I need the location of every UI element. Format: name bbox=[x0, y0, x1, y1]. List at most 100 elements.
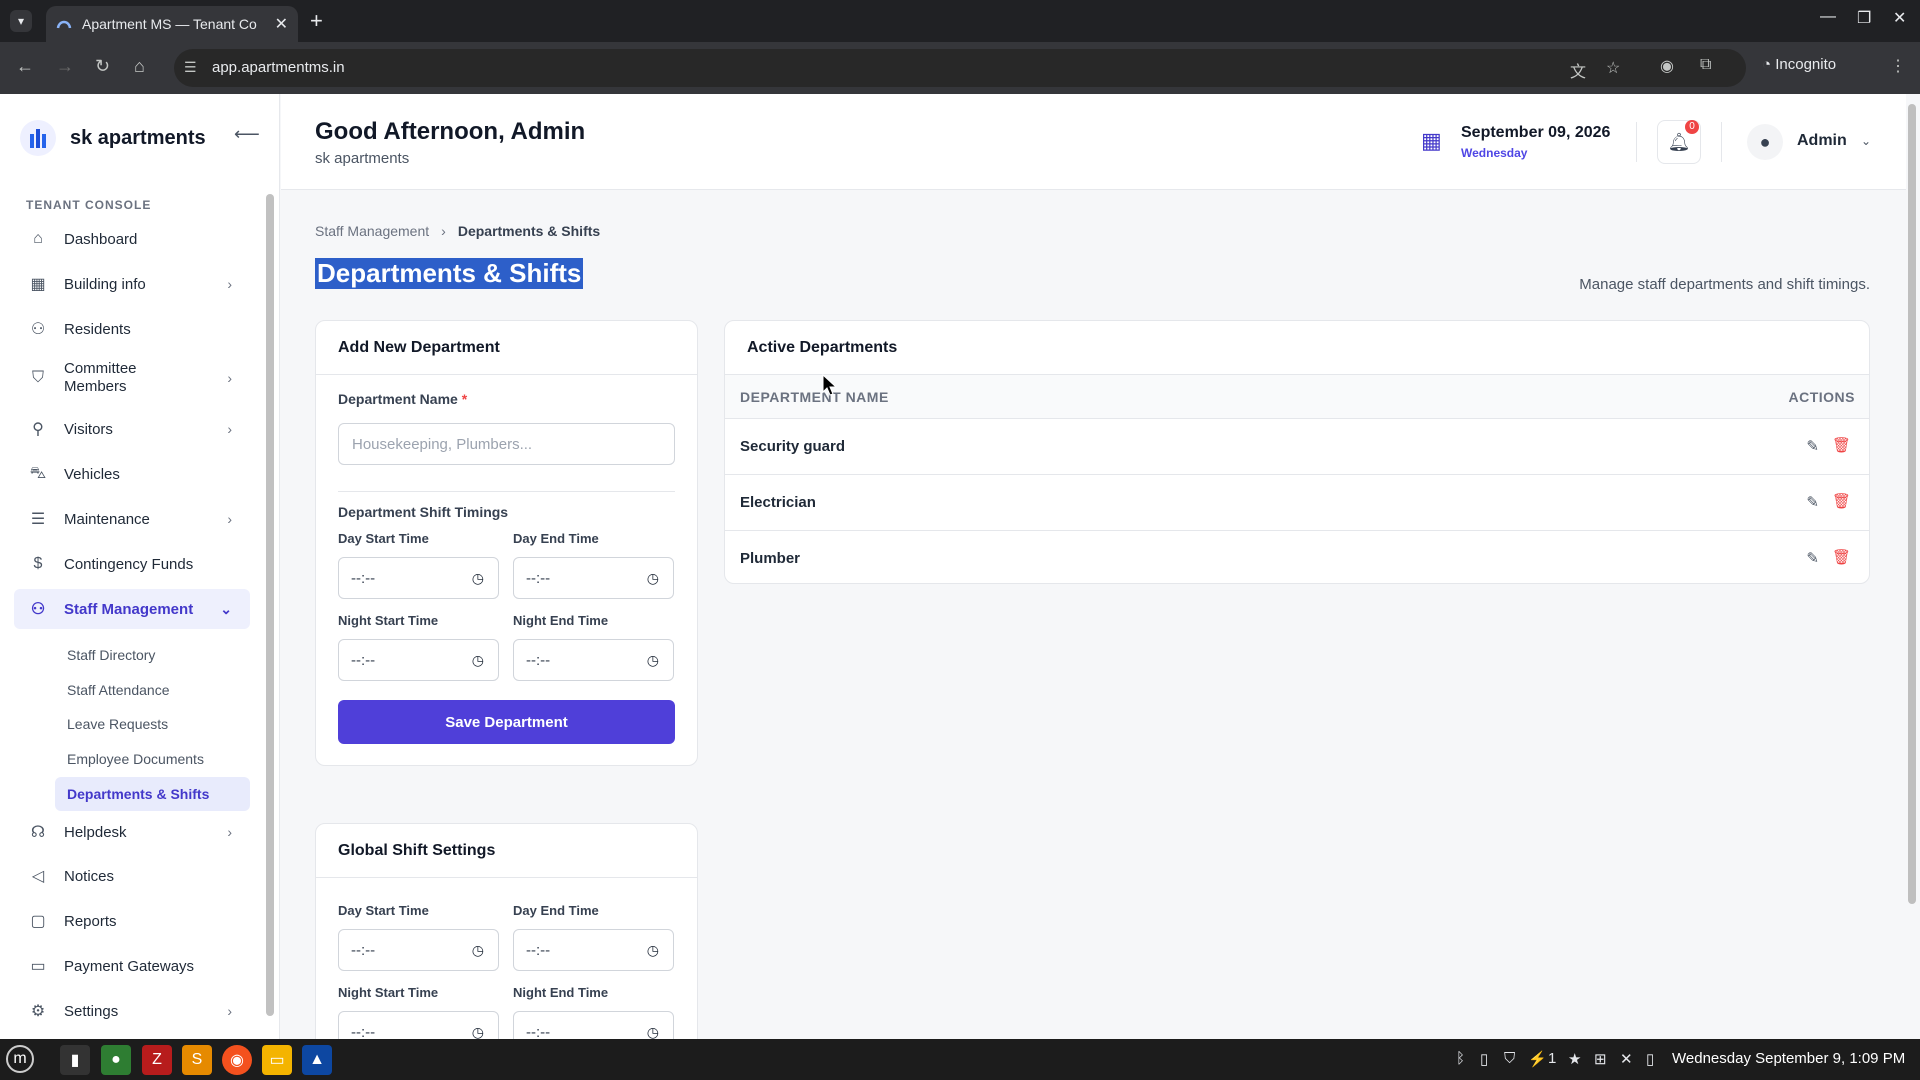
bluetooth-icon[interactable]: ᛒ bbox=[1456, 1050, 1465, 1067]
trash-icon[interactable]: 🗑︎ bbox=[1832, 548, 1851, 566]
battery-icon[interactable]: ▯ bbox=[1646, 1050, 1654, 1068]
sidebar-subitem-departments-shifts[interactable]: Departments & Shifts bbox=[55, 777, 250, 811]
browser-menu-icon[interactable]: ⋮ bbox=[1890, 56, 1906, 76]
shield-tray-icon[interactable]: ⛉ bbox=[1504, 1050, 1515, 1067]
network-monitor-icon[interactable]: ⚡ bbox=[1528, 1050, 1547, 1068]
sidebar-item-residents[interactable]: ⚇ Residents bbox=[14, 309, 250, 349]
os-menu-icon[interactable]: m bbox=[6, 1045, 34, 1073]
sidebar-item-staff-management[interactable]: ⚇ Staff Management ⌄ bbox=[14, 589, 250, 629]
department-name-input[interactable]: Housekeeping, Plumbers... bbox=[338, 423, 675, 465]
tab-search-button[interactable]: ▾ bbox=[10, 10, 32, 32]
sidebar-item-vehicles[interactable]: ⛍ Vehicles bbox=[14, 454, 250, 494]
clipboard-icon[interactable]: ▯ bbox=[1480, 1050, 1488, 1068]
add-department-card: Add New Department Department Name * Hou… bbox=[315, 320, 698, 766]
extensions-puzzle-icon[interactable]: ⧉ bbox=[1700, 56, 1711, 74]
incognito-indicator[interactable]: ◔ Incognito bbox=[1762, 56, 1836, 73]
site-info-icon[interactable]: ☰ bbox=[184, 59, 197, 76]
filezilla-icon[interactable]: Z bbox=[142, 1045, 172, 1075]
new-tab-button[interactable]: + bbox=[310, 8, 323, 34]
home-icon[interactable]: ⌂ bbox=[134, 56, 145, 77]
address-bar[interactable]: ☰ app.apartmentms.in 文 ☆ bbox=[174, 49, 1746, 87]
trash-icon[interactable]: 🗑︎ bbox=[1832, 492, 1851, 510]
sidebar-item-building-info[interactable]: ▦ Building info › bbox=[14, 264, 250, 304]
sidebar-scrollbar[interactable] bbox=[266, 194, 274, 1016]
browser-tab[interactable]: Apartment MS — Tenant Co ✕ bbox=[46, 6, 298, 42]
clock-icon[interactable]: ◷ bbox=[647, 1024, 659, 1040]
global-day-start-time-input[interactable]: --:-- ◷ bbox=[338, 929, 499, 971]
global-day-end-time-input[interactable]: --:-- ◷ bbox=[513, 929, 674, 971]
clock-icon[interactable]: ◷ bbox=[472, 652, 484, 669]
breadcrumb-parent[interactable]: Staff Management bbox=[315, 223, 429, 239]
night-start-label: Night Start Time bbox=[338, 985, 439, 1000]
terminal-icon[interactable]: ▮ bbox=[60, 1045, 90, 1075]
save-department-button[interactable]: Save Department bbox=[338, 700, 675, 744]
global-shift-settings-card: Global Shift Settings Day Start Time Day… bbox=[315, 823, 698, 1039]
sidebar-subitem-staff-attendance[interactable]: Staff Attendance bbox=[55, 673, 250, 707]
close-tab-icon[interactable]: ✕ bbox=[275, 14, 288, 34]
day-end-time-input[interactable]: --:-- ◷ bbox=[513, 557, 674, 599]
sidebar-item-notices[interactable]: ◁ Notices bbox=[14, 856, 250, 896]
files-icon[interactable]: ▭ bbox=[262, 1045, 292, 1075]
edit-icon[interactable]: ✎ bbox=[1806, 437, 1819, 455]
back-icon[interactable]: ← bbox=[16, 56, 34, 77]
chevron-right-icon: › bbox=[227, 370, 232, 386]
sidebar-item-committee-members[interactable]: ⛉ Committee Members › bbox=[14, 356, 250, 400]
page-scrollbar[interactable] bbox=[1908, 104, 1916, 904]
night-end-time-input[interactable]: --:-- ◷ bbox=[513, 639, 674, 681]
clock-icon[interactable]: ◷ bbox=[472, 570, 484, 587]
department-name: Electrician bbox=[740, 494, 816, 511]
sidebar-item-helpdesk[interactable]: ☊ Helpdesk › bbox=[14, 812, 250, 852]
minimize-icon[interactable]: — bbox=[1820, 8, 1836, 26]
chevron-down-icon[interactable]: ⌄ bbox=[1861, 134, 1871, 148]
trash-icon[interactable]: 🗑︎ bbox=[1832, 436, 1851, 454]
reload-icon[interactable]: ↻ bbox=[95, 56, 110, 77]
network-icon[interactable]: ⊞ bbox=[1594, 1050, 1607, 1068]
app-icon[interactable]: ▲ bbox=[302, 1045, 332, 1075]
system-clock[interactable]: Wednesday September 9, 1:09 PM bbox=[1672, 1050, 1905, 1067]
brand-name: sk apartments bbox=[70, 126, 206, 149]
clock-icon[interactable]: ◷ bbox=[647, 942, 659, 959]
sidebar-item-maintenance[interactable]: ☰ Maintenance › bbox=[14, 499, 250, 539]
sidebar-subitem-employee-documents[interactable]: Employee Documents bbox=[55, 742, 250, 776]
extension-color-icon[interactable]: ◉ bbox=[1660, 56, 1674, 76]
edit-icon[interactable]: ✎ bbox=[1806, 549, 1819, 567]
global-night-end-time-input[interactable]: --:-- ◷ bbox=[513, 1011, 674, 1039]
sidebar-subitem-leave-requests[interactable]: Leave Requests bbox=[55, 707, 250, 741]
brand[interactable]: sk apartments bbox=[20, 120, 206, 156]
close-window-icon[interactable]: ✕ bbox=[1893, 8, 1906, 28]
edit-icon[interactable]: ✎ bbox=[1806, 493, 1819, 511]
sidebar-item-visitors[interactable]: ⚲ Visitors › bbox=[14, 409, 250, 449]
volume-muted-icon[interactable]: ✕ bbox=[1620, 1050, 1633, 1068]
clock-icon[interactable]: ◷ bbox=[472, 1024, 484, 1040]
sidebar-item-reports[interactable]: ▢ Reports bbox=[14, 901, 250, 941]
user-name[interactable]: Admin bbox=[1797, 132, 1847, 150]
sidebar-item-settings[interactable]: ⚙ Settings › bbox=[14, 991, 250, 1031]
night-start-time-input[interactable]: --:-- ◷ bbox=[338, 639, 499, 681]
sidebar-subitem-staff-directory[interactable]: Staff Directory bbox=[55, 638, 250, 672]
chevron-right-icon: › bbox=[227, 1003, 232, 1019]
sublime-text-icon[interactable]: S bbox=[182, 1045, 212, 1075]
clock-icon[interactable]: ◷ bbox=[647, 570, 659, 587]
chevron-right-icon: › bbox=[227, 824, 232, 840]
forward-icon[interactable]: → bbox=[56, 56, 74, 77]
night-start-label: Night Start Time bbox=[338, 613, 439, 628]
sidebar-item-label: Building info bbox=[64, 275, 146, 293]
star-icon[interactable]: ★ bbox=[1568, 1050, 1581, 1068]
sidebar-item-contingency-funds[interactable]: $ Contingency Funds bbox=[14, 544, 250, 584]
day-start-time-input[interactable]: --:-- ◷ bbox=[338, 557, 499, 599]
global-night-start-time-input[interactable]: --:-- ◷ bbox=[338, 1011, 499, 1039]
clock-icon[interactable]: ◷ bbox=[647, 652, 659, 669]
sidebar-item-label: Visitors bbox=[64, 420, 113, 438]
collapse-sidebar-icon[interactable]: ⟵ bbox=[234, 124, 260, 145]
day-end-label: Day End Time bbox=[513, 531, 599, 546]
card-icon: ▭ bbox=[30, 958, 46, 975]
clock-icon[interactable]: ◷ bbox=[472, 942, 484, 959]
firefox-icon[interactable]: ◉ bbox=[222, 1045, 252, 1075]
translate-icon[interactable]: 文 bbox=[1570, 58, 1586, 82]
bookmark-star-icon[interactable]: ☆ bbox=[1606, 58, 1620, 78]
sidebar-item-dashboard[interactable]: ⌂ Dashboard bbox=[14, 219, 250, 259]
sidebar-item-payment-gateways[interactable]: ▭ Payment Gateways bbox=[14, 946, 250, 986]
restore-icon[interactable]: ❐ bbox=[1857, 8, 1871, 28]
avatar[interactable]: ● bbox=[1747, 124, 1783, 160]
chrome-icon[interactable]: ● bbox=[101, 1045, 131, 1075]
